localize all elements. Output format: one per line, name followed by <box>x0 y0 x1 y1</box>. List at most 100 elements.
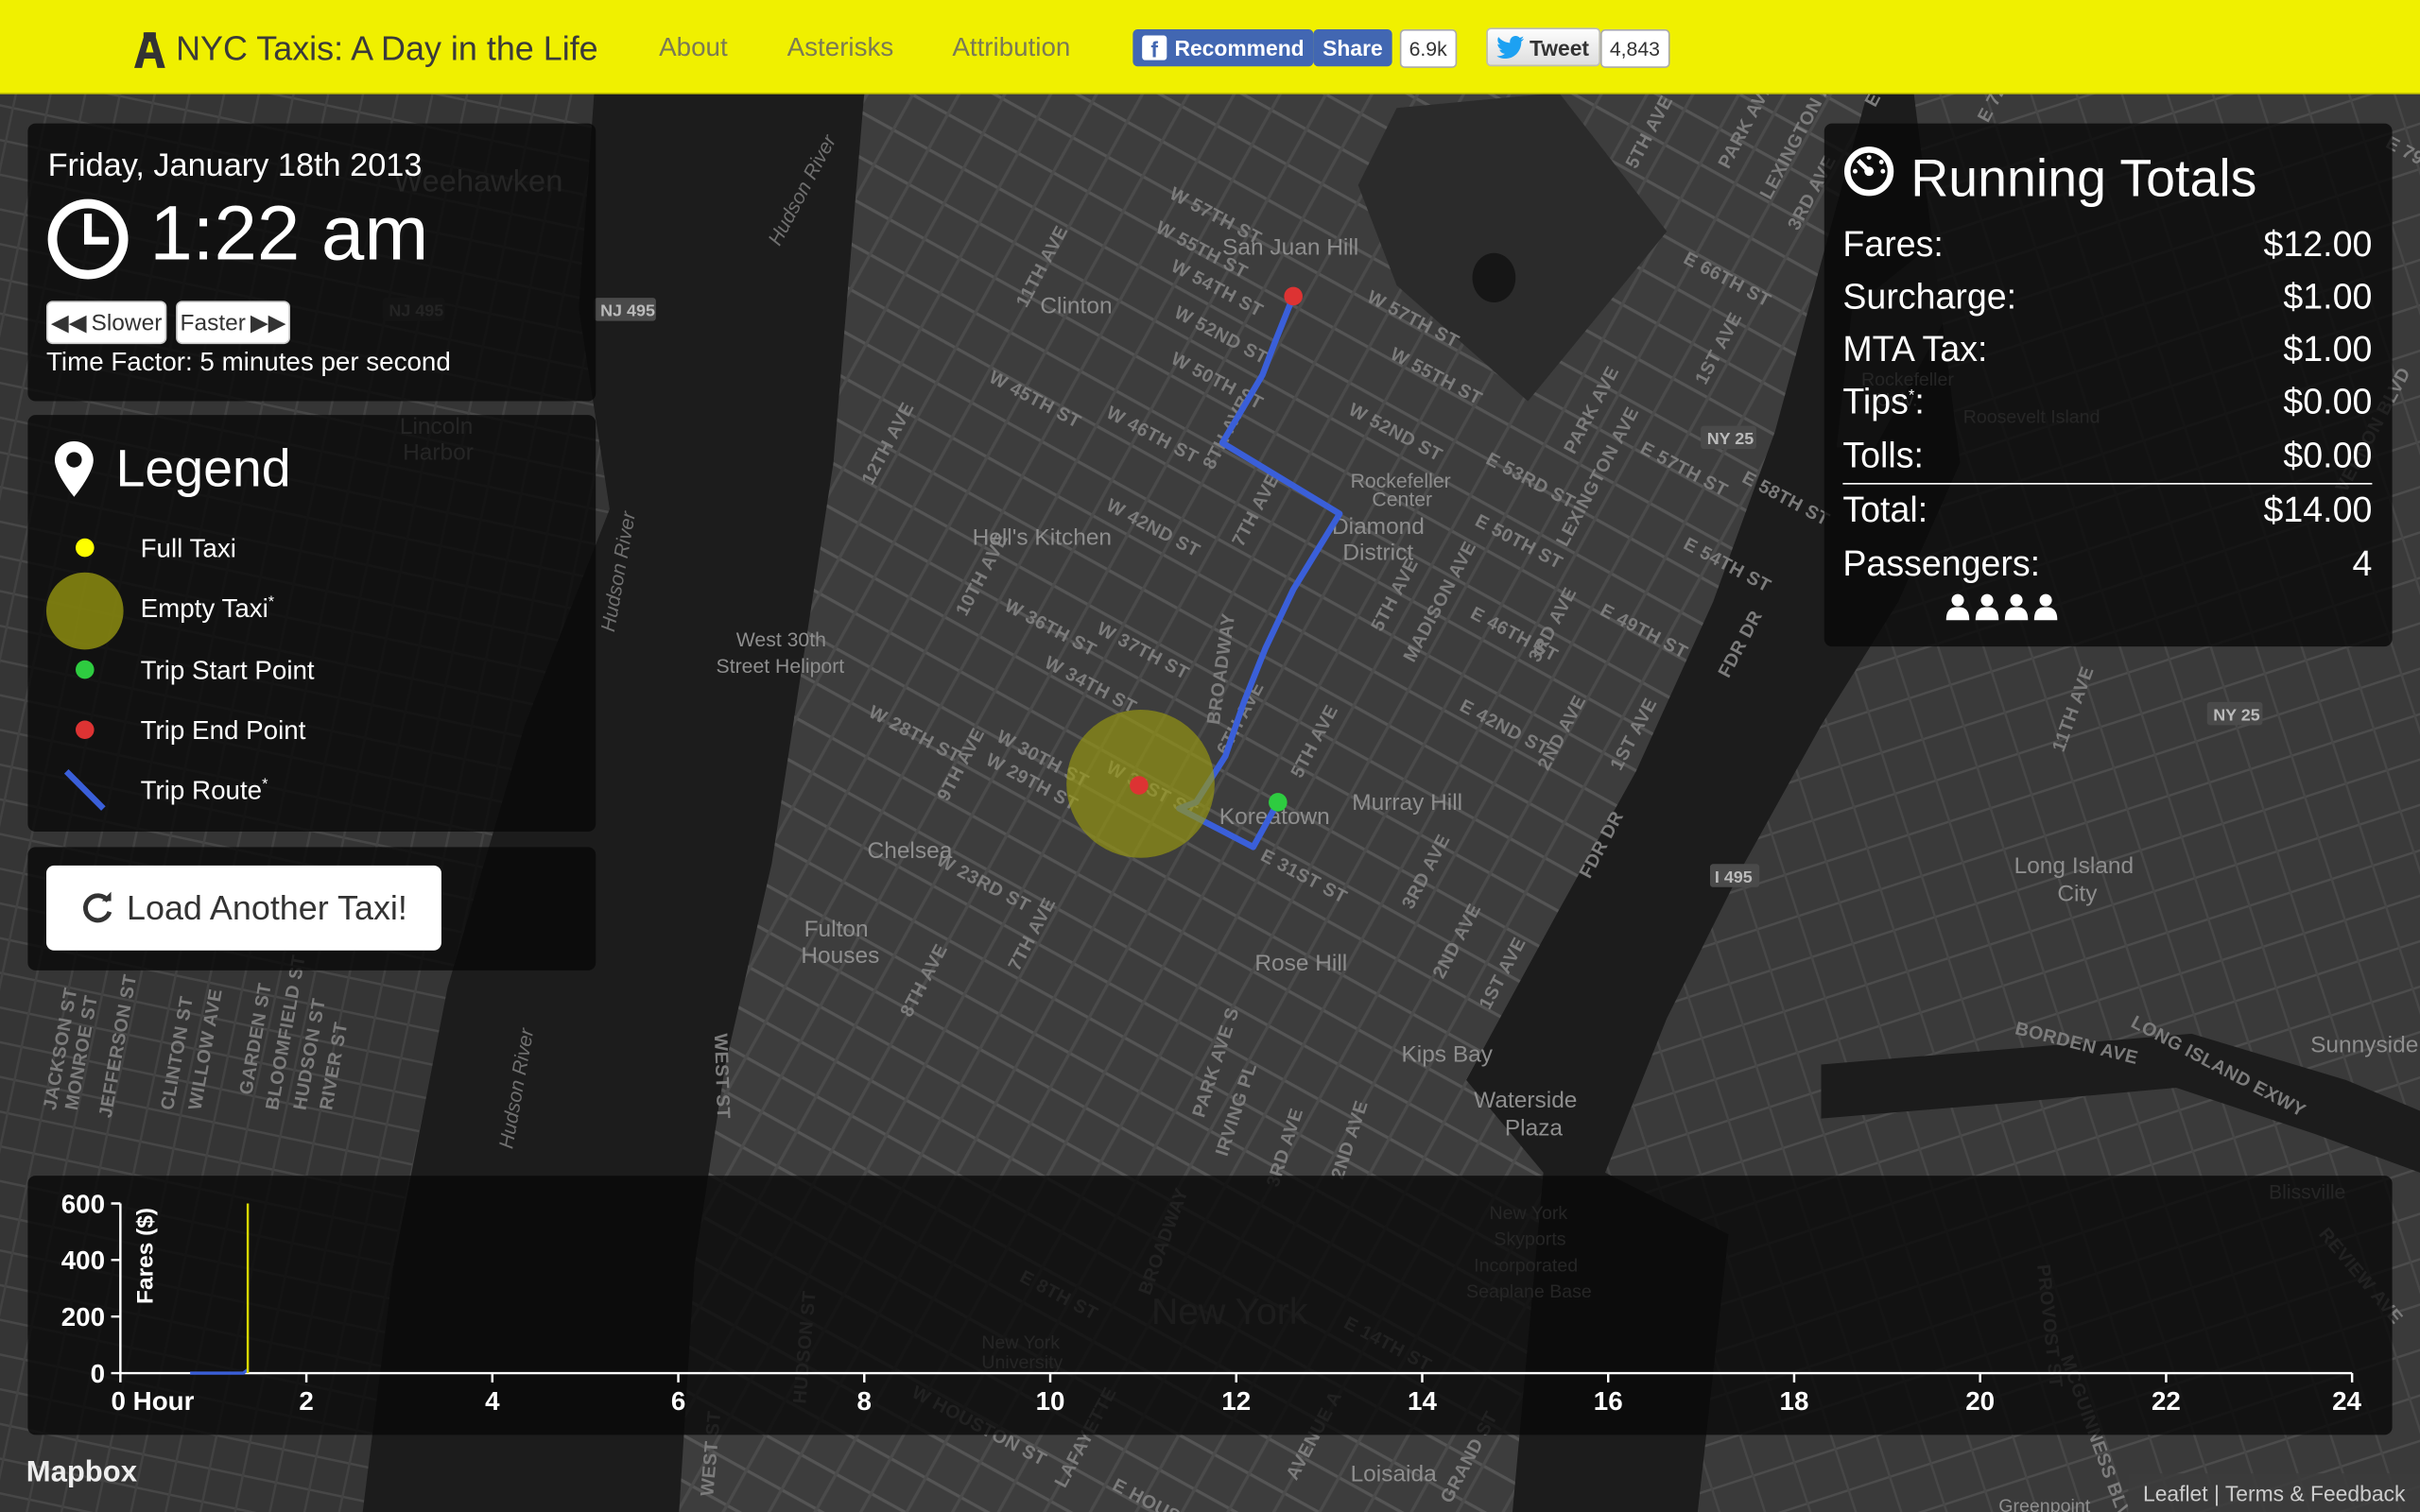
trip-start-swatch <box>75 660 95 679</box>
chart-x-tick-label: 2 <box>299 1386 313 1416</box>
chart-x-tick-label: 4 <box>485 1386 500 1416</box>
mapbox-logo[interactable]: Mapbox <box>26 1456 137 1490</box>
brand[interactable]: NYC Taxis: A Day in the Life <box>130 27 598 71</box>
chart-x-tick-label: 20 <box>1965 1386 1995 1416</box>
trip-end-swatch <box>75 720 95 740</box>
legend-title: Legend <box>115 439 291 499</box>
park-lake <box>1472 252 1516 302</box>
legend-item-empty-taxi: Empty Taxi* <box>141 594 275 626</box>
clock-panel: Friday, January 18th 2013 1:22 am ◀◀ Slo… <box>27 123 596 402</box>
chart-x-tick-label: 18 <box>1780 1386 1809 1416</box>
map-label: Plaza <box>1505 1116 1564 1142</box>
totals-label: Surcharge: <box>1842 276 2017 317</box>
totals-value: $0.00 <box>2283 381 2373 421</box>
map-label: San Juan Hill <box>1222 234 1358 260</box>
chart-y-axis-label: Fares ($) <box>133 1208 159 1304</box>
trip-start-point <box>1269 793 1288 812</box>
nav-asterisks[interactable]: Asterisks <box>787 32 894 63</box>
fast-forward-icon: ▶▶ <box>250 310 286 336</box>
chart-x-tick-label: 0 Hour <box>112 1386 195 1416</box>
tweet-button[interactable]: Tweet <box>1486 27 1600 67</box>
fares-chart: 02004006000 Hour 2 4 6 8 10 12 14 16 18 20 22 24Fare… <box>61 1189 2362 1416</box>
map-label: Center <box>1372 490 1432 511</box>
load-another-taxi-button[interactable]: Load Another Taxi! <box>45 865 441 951</box>
facebook-recommend-button[interactable]: f Recommend <box>1132 29 1314 67</box>
map-label: Street Heliport <box>717 656 845 678</box>
chart-y-tick-label: 200 <box>61 1302 105 1332</box>
faster-button[interactable]: Faster ▶▶ <box>176 301 290 345</box>
chart-x-tick-label: 22 <box>2152 1386 2181 1416</box>
totals-label-colon: : <box>1914 381 1925 421</box>
slower-label: Slower <box>91 309 163 336</box>
legend-item-trip-end: Trip End Point <box>141 716 306 747</box>
chart-x-tick-label: 6 <box>671 1386 685 1416</box>
dashboard-gauge-icon <box>1844 146 1894 197</box>
totals-label: Passengers: <box>1842 542 2041 584</box>
chart-fares-line <box>190 1368 250 1375</box>
asterisk[interactable]: * <box>268 594 274 611</box>
chart-x-tick-label: 24 <box>2332 1386 2361 1416</box>
totals-row-tips: Tips*: $0.00 <box>1842 381 2372 422</box>
totals-label: Tips <box>1842 381 1909 421</box>
map-pin-icon <box>54 440 94 497</box>
nav-about[interactable]: About <box>659 32 728 63</box>
passenger-icons <box>1945 593 2059 621</box>
totals-row-passengers: Passengers: 4 <box>1842 543 2372 585</box>
full-taxi-swatch <box>75 538 95 558</box>
map-label: Clinton <box>1040 293 1112 318</box>
legend-item-trip-start: Trip Start Point <box>141 656 315 687</box>
totals-value: $1.00 <box>2283 328 2373 369</box>
map-label: Chelsea <box>868 838 953 864</box>
current-time: 1:22 am <box>149 189 429 277</box>
legend-item-trip-route: Trip Route* <box>141 776 268 807</box>
app-stage: W 57TH ST W 55TH ST W 54TH ST W 52ND ST … <box>0 0 2420 1512</box>
map-label: Rose Hill <box>1254 951 1347 976</box>
totals-value: $12.00 <box>2263 223 2373 265</box>
map-street-label: NY 25 <box>1707 429 1754 448</box>
facebook-share-button[interactable]: Share <box>1313 29 1392 67</box>
totals-value: $1.00 <box>2283 276 2373 317</box>
map-label: Loisaida <box>1351 1461 1438 1486</box>
faster-label: Faster <box>180 309 246 336</box>
totals-label: Tolls: <box>1842 435 1924 475</box>
slower-button[interactable]: ◀◀ Slower <box>45 301 167 345</box>
totals-label: MTA Tax: <box>1842 328 1988 369</box>
asterisk[interactable]: * <box>262 777 268 794</box>
facebook-icon: f <box>1142 35 1167 60</box>
rewind-icon: ◀◀ <box>50 310 87 336</box>
totals-divider <box>1842 483 2373 485</box>
refresh-icon <box>83 890 112 922</box>
chart-y-tick-label: 0 <box>91 1359 105 1388</box>
chart-y-tick-label: 400 <box>61 1246 105 1275</box>
map-label: West 30th <box>736 629 826 651</box>
chart-x-tick-label: 12 <box>1221 1386 1251 1416</box>
totals-row-mta-tax: MTA Tax: $1.00 <box>1842 329 2372 370</box>
tweet-count: 4,843 <box>1600 29 1669 68</box>
facebook-count: 6.9k <box>1399 29 1457 68</box>
totals-row-fares: Fares: $12.00 <box>1842 224 2372 266</box>
legend-item-label: Empty Taxi <box>140 593 268 624</box>
legend-item-label: Trip Route <box>140 776 263 806</box>
legend-item-label: Full Taxi <box>140 533 236 563</box>
totals-row-surcharge: Surcharge: $1.00 <box>1842 276 2372 318</box>
totals-value: $14.00 <box>2263 489 2373 529</box>
totals-label: Total: <box>1842 489 1928 529</box>
clock-icon <box>47 198 129 280</box>
nav-attribution[interactable]: Attribution <box>952 32 1070 63</box>
fares-chart-panel: 0 200 400 600 0 Hour 2 4 6 8 10 12 14 16 18 20 22 24 Fare… <box>27 1176 2393 1435</box>
passenger-icon <box>1975 593 1999 621</box>
map-label: Long Island <box>2014 853 2135 879</box>
totals-value: $0.00 <box>2283 435 2373 475</box>
chart-x-tick-label: 8 <box>857 1386 872 1416</box>
map-label: Greenpoint <box>1998 1496 2090 1512</box>
twitter-bird-icon <box>1496 36 1525 60</box>
map-attribution[interactable]: Leaflet | Terms & Feedback <box>2128 1473 2420 1512</box>
taxi-logo-icon <box>134 32 165 68</box>
time-factor: Time Factor: 5 minutes per second <box>45 347 451 377</box>
map-street-label: NJ 495 <box>600 301 655 320</box>
chart-x-tick-label: 14 <box>1408 1386 1437 1416</box>
trip-end-point <box>1130 776 1149 795</box>
legend-item-label: Trip End Point <box>140 715 306 746</box>
legend-item-full-taxi: Full Taxi <box>141 534 236 565</box>
map-street-label: I 495 <box>1715 868 1753 886</box>
